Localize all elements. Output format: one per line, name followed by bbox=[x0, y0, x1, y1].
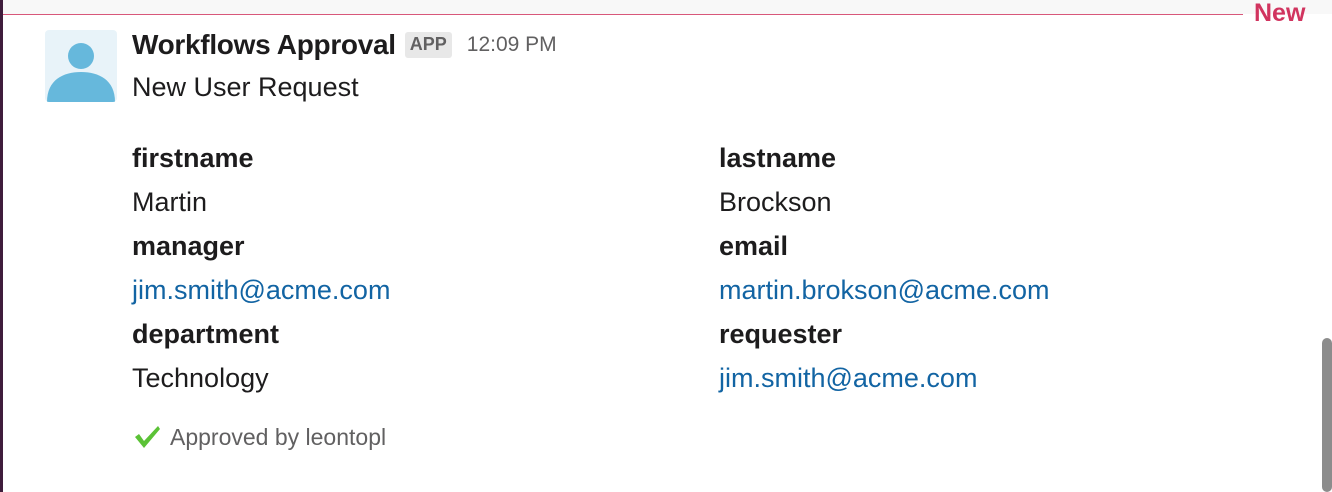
scrollbar-thumb[interactable] bbox=[1322, 338, 1332, 492]
previous-message-area bbox=[3, 0, 1332, 14]
field-label-email: email bbox=[719, 231, 789, 261]
sender-avatar[interactable] bbox=[45, 30, 117, 102]
checkmark-icon bbox=[135, 426, 160, 448]
approval-status: Approved by leontopl bbox=[132, 422, 386, 452]
field-label-manager: manager bbox=[132, 231, 245, 261]
user-email-link[interactable]: martin.brokson@acme.com bbox=[719, 273, 1050, 307]
field-value-lastname: Brockson bbox=[719, 187, 832, 217]
sender-name[interactable]: Workflows Approval bbox=[132, 29, 396, 61]
message-pane: New Workflows Approval APP 12:09 PM New … bbox=[0, 0, 1332, 492]
manager-email-link[interactable]: jim.smith@acme.com bbox=[132, 273, 390, 307]
field-value-firstname: Martin bbox=[132, 187, 208, 217]
message-title: New User Request bbox=[132, 72, 359, 102]
message-timestamp[interactable]: 12:09 PM bbox=[467, 33, 557, 57]
field-label-department: department bbox=[132, 319, 280, 349]
approval-text: Approved by leontopl bbox=[170, 423, 387, 450]
default-user-avatar-icon bbox=[47, 43, 115, 102]
sidebar-edge bbox=[0, 0, 3, 492]
field-value-department: Technology bbox=[132, 363, 269, 393]
field-label-firstname: firstname bbox=[132, 143, 254, 173]
field-label-lastname: lastname bbox=[719, 143, 837, 173]
app-badge: APP bbox=[404, 32, 452, 58]
message-header: Workflows Approval APP 12:09 PM bbox=[132, 28, 557, 62]
new-messages-label: New bbox=[1254, 0, 1306, 27]
requester-email-link[interactable]: jim.smith@acme.com bbox=[719, 361, 977, 395]
new-messages-divider bbox=[3, 14, 1243, 15]
field-label-requester: requester bbox=[719, 319, 843, 349]
